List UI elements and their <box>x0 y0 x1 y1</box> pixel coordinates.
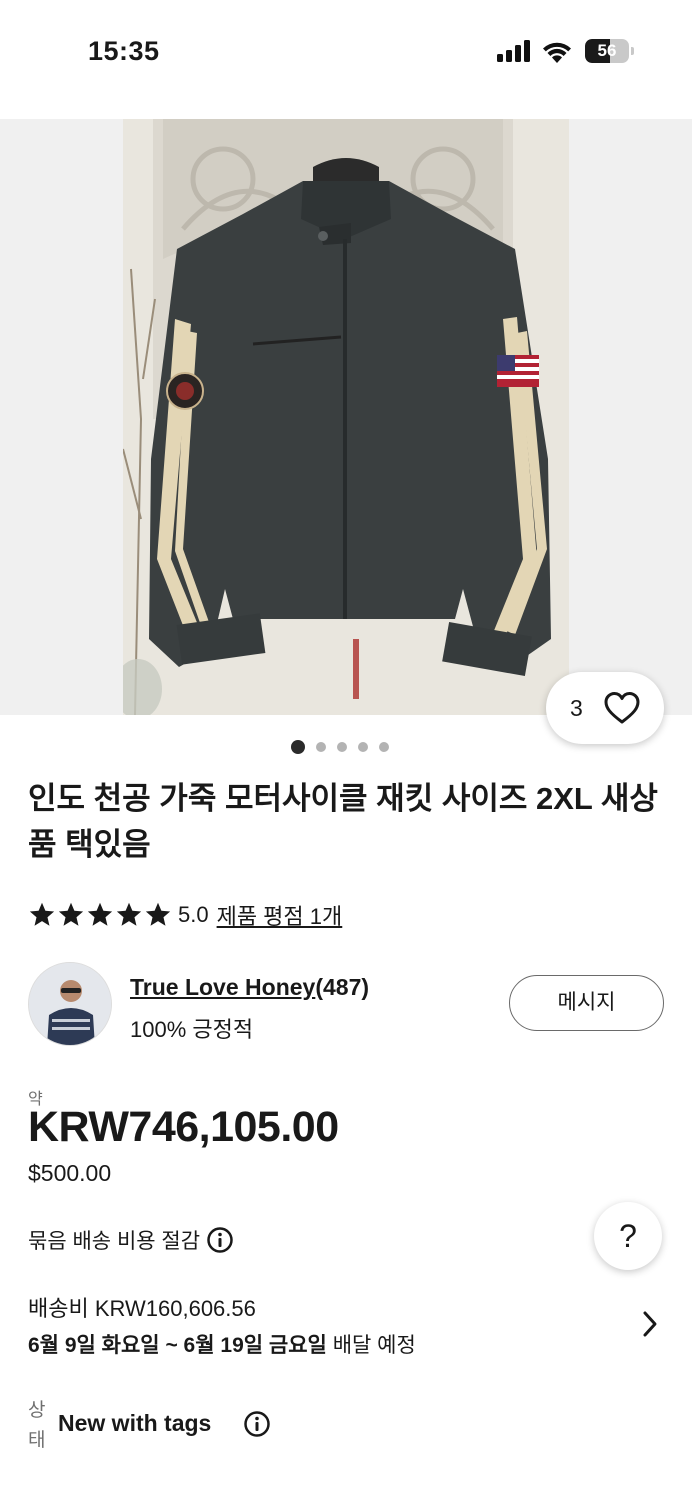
rating-row: 5.0 제품 평점 1개 <box>28 898 342 932</box>
pagination-dot[interactable] <box>291 740 305 754</box>
cellular-signal-icon <box>497 40 530 62</box>
rating-value: 5.0 <box>178 902 209 927</box>
seller-name-link[interactable]: True Love Honey(487) <box>130 974 369 1001</box>
condition-label: 상태 <box>28 1400 46 1451</box>
help-button[interactable]: ? <box>594 1202 662 1270</box>
watch-count: 3 <box>570 695 583 721</box>
bundle-shipping-label: 묶음 배송 비용 절감 <box>28 1230 201 1253</box>
watch-button[interactable]: 3 <box>546 672 664 744</box>
star-icon <box>87 902 113 926</box>
pagination-dot[interactable] <box>316 742 326 752</box>
pagination-dot[interactable] <box>337 742 347 752</box>
star-icon <box>116 902 142 926</box>
pagination-dot[interactable] <box>358 742 368 752</box>
star-icon <box>145 902 171 926</box>
price-main: KRW746,105.00 <box>28 1103 339 1151</box>
image-gallery[interactable] <box>0 119 692 715</box>
pagination-dot[interactable] <box>379 742 389 752</box>
heart-icon <box>604 692 640 724</box>
status-bar: 15:35 56 <box>0 0 692 100</box>
star-icon <box>29 902 55 926</box>
condition-info-icon[interactable] <box>243 1410 271 1438</box>
price-usd: $500.00 <box>28 1160 112 1186</box>
battery-icon: 56 <box>585 39 634 63</box>
rating-stars <box>28 901 172 929</box>
avatar[interactable] <box>28 962 112 1046</box>
delivery-dates: 6월 9일 화요일 ~ 6월 19일 금요일 <box>28 1334 327 1357</box>
seller-card: True Love Honey(487) 100% 긍정적 메시지 <box>28 962 668 1048</box>
condition-value: New with tags <box>58 1410 212 1436</box>
wifi-icon <box>543 42 571 63</box>
delivery-suffix: 배달 예정 <box>326 1334 416 1357</box>
listing-title: 인도 천공 가죽 모터사이클 재킷 사이즈 2XL 새상품 택있음 <box>28 781 658 862</box>
delivery-estimate: 6월 9일 화요일 ~ 6월 19일 금요일 배달 예정 <box>28 1329 416 1359</box>
seller-feedback: 100% 긍정적 <box>130 1017 254 1042</box>
gallery-pagination <box>291 740 389 754</box>
bundle-shipping-row[interactable]: 묶음 배송 비용 절감 <box>28 1226 234 1254</box>
star-icon <box>58 902 84 926</box>
rating-count-link[interactable]: 제품 평점 1개 <box>217 899 343 931</box>
message-button[interactable]: 메시지 <box>509 975 664 1031</box>
shipping-cost: 배송비 KRW160,606.56 <box>28 1296 256 1321</box>
info-icon[interactable] <box>206 1226 234 1254</box>
seller-name[interactable]: True Love Honey <box>130 974 315 1000</box>
seller-score: (487) <box>315 974 370 1000</box>
chevron-right-icon[interactable] <box>638 1308 662 1340</box>
battery-level: 56 <box>597 41 617 60</box>
leather-motorcycle-jacket-photo[interactable] <box>123 119 569 715</box>
status-time: 15:35 <box>88 36 160 66</box>
